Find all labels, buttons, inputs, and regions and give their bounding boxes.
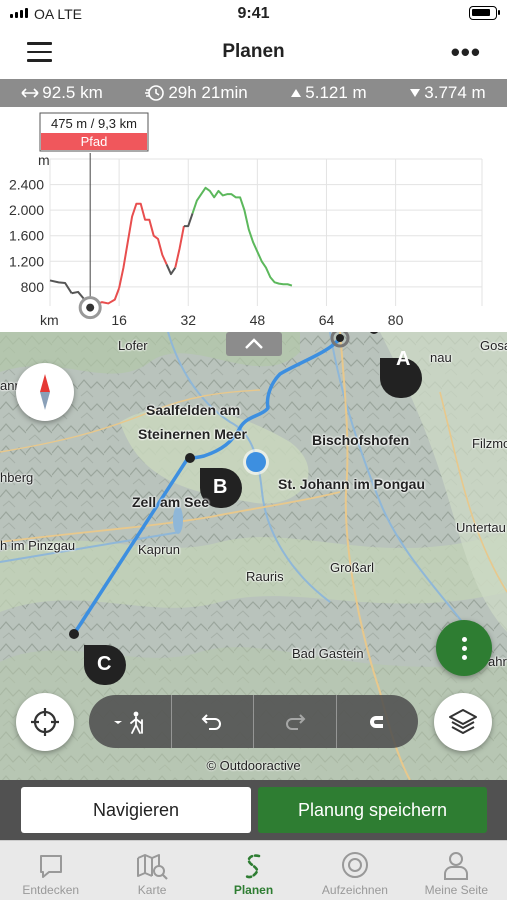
layers-icon [449,709,477,734]
action-bar: Navigieren Planung speichern [0,780,507,840]
compass-icon [40,374,50,410]
snap-to-path-button[interactable] [337,695,419,748]
place-label: h im Pinzgau [0,538,76,553]
route-s-icon [244,854,260,879]
duration-stat: 29h 21min [145,83,248,103]
ascent-value: 5.121 m [305,83,367,102]
speech-bubble-icon [39,855,62,878]
redo-icon [285,713,306,730]
place-label: ahr [488,654,507,669]
waypoint-c-label: C [97,653,112,675]
magnet-icon [370,715,384,728]
crosshair-icon [31,708,59,736]
place-label: Großarl [330,560,375,575]
place-label: Bad Gastein [292,646,364,661]
page-title: Planen [222,41,285,62]
place-label: Saalfelden am [146,402,241,418]
undo-button[interactable] [172,695,254,748]
place-label: Kaprun [138,542,180,557]
elevation-line-segment [191,186,293,287]
place-label: hberg [0,470,34,485]
ascent-icon [291,89,302,97]
place-label: nau [430,350,452,365]
elevation-line-segment [165,264,177,276]
distance-stat: 92.5 km [21,83,103,103]
place-label: Filzmo [472,436,507,451]
clock-icon [145,85,165,101]
elevation-profile[interactable]: 2.400 2.000 1.600 1.200 800 m 16 32 48 64 80 km 475 … [0,107,507,332]
tab-label: Aufzeichnen [321,883,388,897]
descent-stat: 3.774 m [409,83,486,103]
navigate-button[interactable]: Navigieren [21,787,251,833]
tooltip-label: Pfad [81,134,108,149]
planning-toolbar [89,695,418,748]
y-tick-label: 800 [21,279,45,295]
save-plan-button[interactable]: Planung speichern [258,787,487,833]
battery-icon [469,6,500,20]
x-tick-label: 32 [180,312,196,328]
collapse-chart-button[interactable] [226,332,282,356]
tab-meine-seite[interactable]: Meine Seite [406,841,507,900]
tab-bar: Entdecken Karte Planen Aufzeichnen Meine… [0,840,507,900]
place-label: Steinernen Meer [138,426,247,442]
nav-header: Planen ••• [0,28,507,78]
y-tick-label: 1.200 [9,253,44,269]
place-label: Gosa [480,338,507,353]
tab-label: Planen [233,883,274,897]
descent-icon [410,89,421,97]
tab-label: Karte [137,883,167,897]
compass-button[interactable] [16,363,74,421]
place-label: Lofer [118,338,148,353]
distance-icon [21,88,39,98]
place-label: St. Johann im Pongau [278,476,426,492]
place-label: Zell am See [132,494,210,510]
chevron-up-icon [245,338,263,349]
waypoint-a-label: A [396,348,411,370]
distance-value: 92.5 km [42,83,103,102]
place-label: Bischofshofen [312,432,410,448]
x-tick-label: 80 [388,312,404,328]
elevation-line-segment [118,202,168,289]
ascent-stat: 5.121 m [290,83,367,103]
x-tick-label: 16 [111,312,127,328]
ellipsis-icon[interactable]: ••• [451,39,481,65]
map-copyright: © Outdooractive [206,758,301,773]
x-tick-label: 64 [319,312,335,328]
tab-label: Entdecken [22,883,80,897]
tab-entdecken[interactable]: Entdecken [0,841,101,900]
place-label: Untertau [456,520,506,535]
descent-value: 3.774 m [424,83,486,102]
clock: 9:41 [237,5,270,22]
route-stats-bar: 92.5 km 29h 21min 5.121 m 3.774 m [0,79,507,107]
elevation-chart[interactable]: 2.400 2.000 1.600 1.200 800 m 16 32 48 64 80 km 475 … [0,107,507,332]
user-icon [444,852,469,880]
place-label: Rauris [246,569,284,584]
record-icon [341,852,368,878]
redo-button[interactable] [254,695,337,748]
more-options-button[interactable] [436,620,492,676]
x-tick-label: 48 [250,312,266,328]
hiker-mode-icon [113,711,143,734]
y-tick-label: 1.600 [9,228,44,244]
tab-aufzeichnen[interactable]: Aufzeichnen [304,841,405,900]
cursor-dot [86,303,95,312]
layers-button[interactable] [434,693,492,751]
map-search-icon [137,854,168,880]
tab-planen[interactable]: Planen [203,841,304,900]
y-tick-label: 2.400 [9,177,44,193]
undo-icon [201,713,222,730]
y-axis-unit: m [38,152,50,168]
tooltip-value: 475 m / 9,3 km [51,116,137,131]
status-bar: OA LTE 9:41 [0,0,507,28]
routing-mode-button[interactable] [89,695,172,748]
y-tick-label: 2.000 [9,202,44,218]
locate-button[interactable] [16,693,74,751]
tab-label: Meine Seite [424,883,489,897]
x-axis-unit: km [40,312,59,328]
waypoint-b-label: B [213,476,228,498]
duration-value: 29h 21min [168,83,248,102]
tab-karte[interactable]: Karte [101,841,202,900]
